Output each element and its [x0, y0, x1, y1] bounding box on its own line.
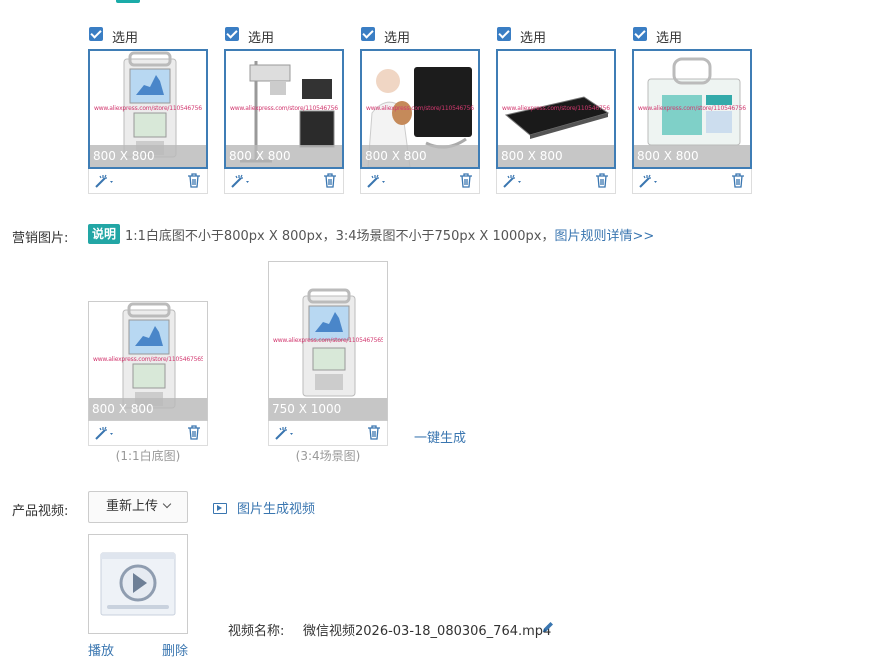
film-icon [213, 503, 227, 514]
video-thumbnail[interactable] [88, 534, 188, 634]
image-toolbar [88, 421, 208, 446]
marketing-thumbnail-1-1[interactable]: www.aliexpress.com/store/1105467565 800 … [88, 301, 208, 421]
magic-wand-dropdown-icon[interactable] [638, 173, 660, 189]
magic-wand-dropdown-icon[interactable] [502, 173, 524, 189]
checkbox-label: 选用 [656, 31, 683, 46]
checkbox-checked[interactable] [497, 27, 511, 41]
checkbox-checked[interactable] [225, 27, 239, 41]
reupload-label: 重新上传 [105, 499, 158, 514]
trash-icon[interactable] [187, 425, 201, 440]
trash-icon[interactable] [367, 425, 381, 440]
product-image-slot-3: 选用 www.aliexpress.com/store/1105467565 8… [360, 25, 480, 194]
checkbox-label: 选用 [384, 31, 411, 46]
image-size-label: 800 X 800 [634, 145, 750, 167]
note-tag: 说明 [88, 224, 121, 244]
magic-wand-dropdown-icon[interactable] [274, 425, 296, 441]
magic-wand-dropdown-icon[interactable] [230, 173, 252, 189]
image-caption: (3:4场景图) [295, 449, 361, 463]
image-size-label: 800 X 800 [226, 145, 342, 167]
watermark-text: www.aliexpress.com/store/1105467565 [273, 337, 383, 344]
marketing-images-label: 营销图片: [12, 231, 69, 246]
checkbox-checked[interactable] [89, 27, 103, 41]
delete-video-link[interactable]: 删除 [162, 640, 188, 659]
image-size-label: 800 X 800 [498, 145, 614, 167]
reupload-button[interactable]: 重新上传 [88, 491, 188, 523]
product-thumbnail[interactable]: www.aliexpress.com/store/1105467565 800 … [632, 49, 752, 169]
trash-icon[interactable] [187, 173, 201, 188]
select-checkbox-row[interactable]: 选用 [360, 25, 480, 46]
product-image-slot-1: 选用 www.aliexpress.com/store/1105467565 8… [88, 25, 208, 194]
chevron-down-icon [162, 499, 172, 509]
select-checkbox-row[interactable]: 选用 [224, 25, 344, 46]
trash-icon[interactable] [323, 173, 337, 188]
watermark-text: www.aliexpress.com/store/1105467565 [638, 105, 746, 112]
product-image-slot-4: 选用 www.aliexpress.com/store/1105467565 8… [496, 25, 616, 194]
video-name: 微信视频2026-03-18_080306_764.mp4 [303, 624, 552, 639]
checkbox-label: 选用 [112, 31, 139, 46]
image-toolbar [360, 169, 480, 194]
magic-wand-dropdown-icon[interactable] [94, 173, 116, 189]
image-size-label: 800 X 800 [90, 145, 206, 167]
marketing-note-text: 1:1白底图不小于800px X 800px，3:4场景图不小于750px X … [125, 229, 555, 244]
image-rules-link[interactable]: 图片规则详情>> [555, 229, 655, 244]
product-image-slot-2: 选用 www.aliexpress.com/store/1105467565 8… [224, 25, 344, 194]
select-checkbox-row[interactable]: 选用 [88, 25, 208, 46]
marketing-note: 1:1白底图不小于800px X 800px，3:4场景图不小于750px X … [125, 225, 654, 244]
pencil-edit-icon[interactable] [541, 620, 555, 634]
watermark-text: www.aliexpress.com/store/1105467565 [502, 105, 610, 112]
watermark-text: www.aliexpress.com/store/1105467565 [366, 105, 474, 112]
play-video-link[interactable]: 播放 [88, 640, 114, 659]
product-image-slot-5: 选用 www.aliexpress.com/store/1105467565 8… [632, 25, 752, 194]
product-thumbnail[interactable]: www.aliexpress.com/store/1105467565 800 … [496, 49, 616, 169]
video-name-label: 视频名称: [228, 624, 285, 639]
select-checkbox-row[interactable]: 选用 [496, 25, 616, 46]
top-accent-stub [116, 0, 140, 3]
checkbox-checked[interactable] [361, 27, 375, 41]
image-size-label: 800 X 800 [362, 145, 478, 167]
select-checkbox-row[interactable]: 选用 [632, 25, 752, 46]
image-toolbar [268, 421, 388, 446]
watermark-text: www.aliexpress.com/store/1105467565 [94, 105, 202, 112]
image-toolbar [88, 169, 208, 194]
watermark-text: www.aliexpress.com/store/1105467565 [93, 356, 203, 363]
generate-video-link[interactable]: 图片生成视频 [213, 498, 315, 517]
product-thumbnail[interactable]: www.aliexpress.com/store/1105467565 800 … [360, 49, 480, 169]
watermark-text: www.aliexpress.com/store/1105467565 [230, 105, 338, 112]
image-size-label: 750 X 1000 [269, 398, 387, 420]
trash-icon[interactable] [459, 173, 473, 188]
checkbox-label: 选用 [248, 31, 275, 46]
product-thumbnail[interactable]: www.aliexpress.com/store/1105467565 800 … [88, 49, 208, 169]
video-play-icon [100, 552, 176, 616]
one-key-generate-link[interactable]: 一键生成 [414, 427, 466, 446]
image-toolbar [224, 169, 344, 194]
image-caption: (1:1白底图) [115, 449, 181, 463]
product-thumbnail[interactable]: www.aliexpress.com/store/1105467565 800 … [224, 49, 344, 169]
trash-icon[interactable] [731, 173, 745, 188]
magic-wand-dropdown-icon[interactable] [94, 425, 116, 441]
image-toolbar [496, 169, 616, 194]
marketing-thumbnail-3-4[interactable]: www.aliexpress.com/store/1105467565 750 … [268, 261, 388, 421]
generate-video-label: 图片生成视频 [237, 502, 316, 517]
product-video-label: 产品视频: [12, 504, 69, 519]
trash-icon[interactable] [595, 173, 609, 188]
image-toolbar [632, 169, 752, 194]
checkbox-checked[interactable] [633, 27, 647, 41]
magic-wand-dropdown-icon[interactable] [366, 173, 388, 189]
checkbox-label: 选用 [520, 31, 547, 46]
image-size-label: 800 X 800 [89, 398, 207, 420]
